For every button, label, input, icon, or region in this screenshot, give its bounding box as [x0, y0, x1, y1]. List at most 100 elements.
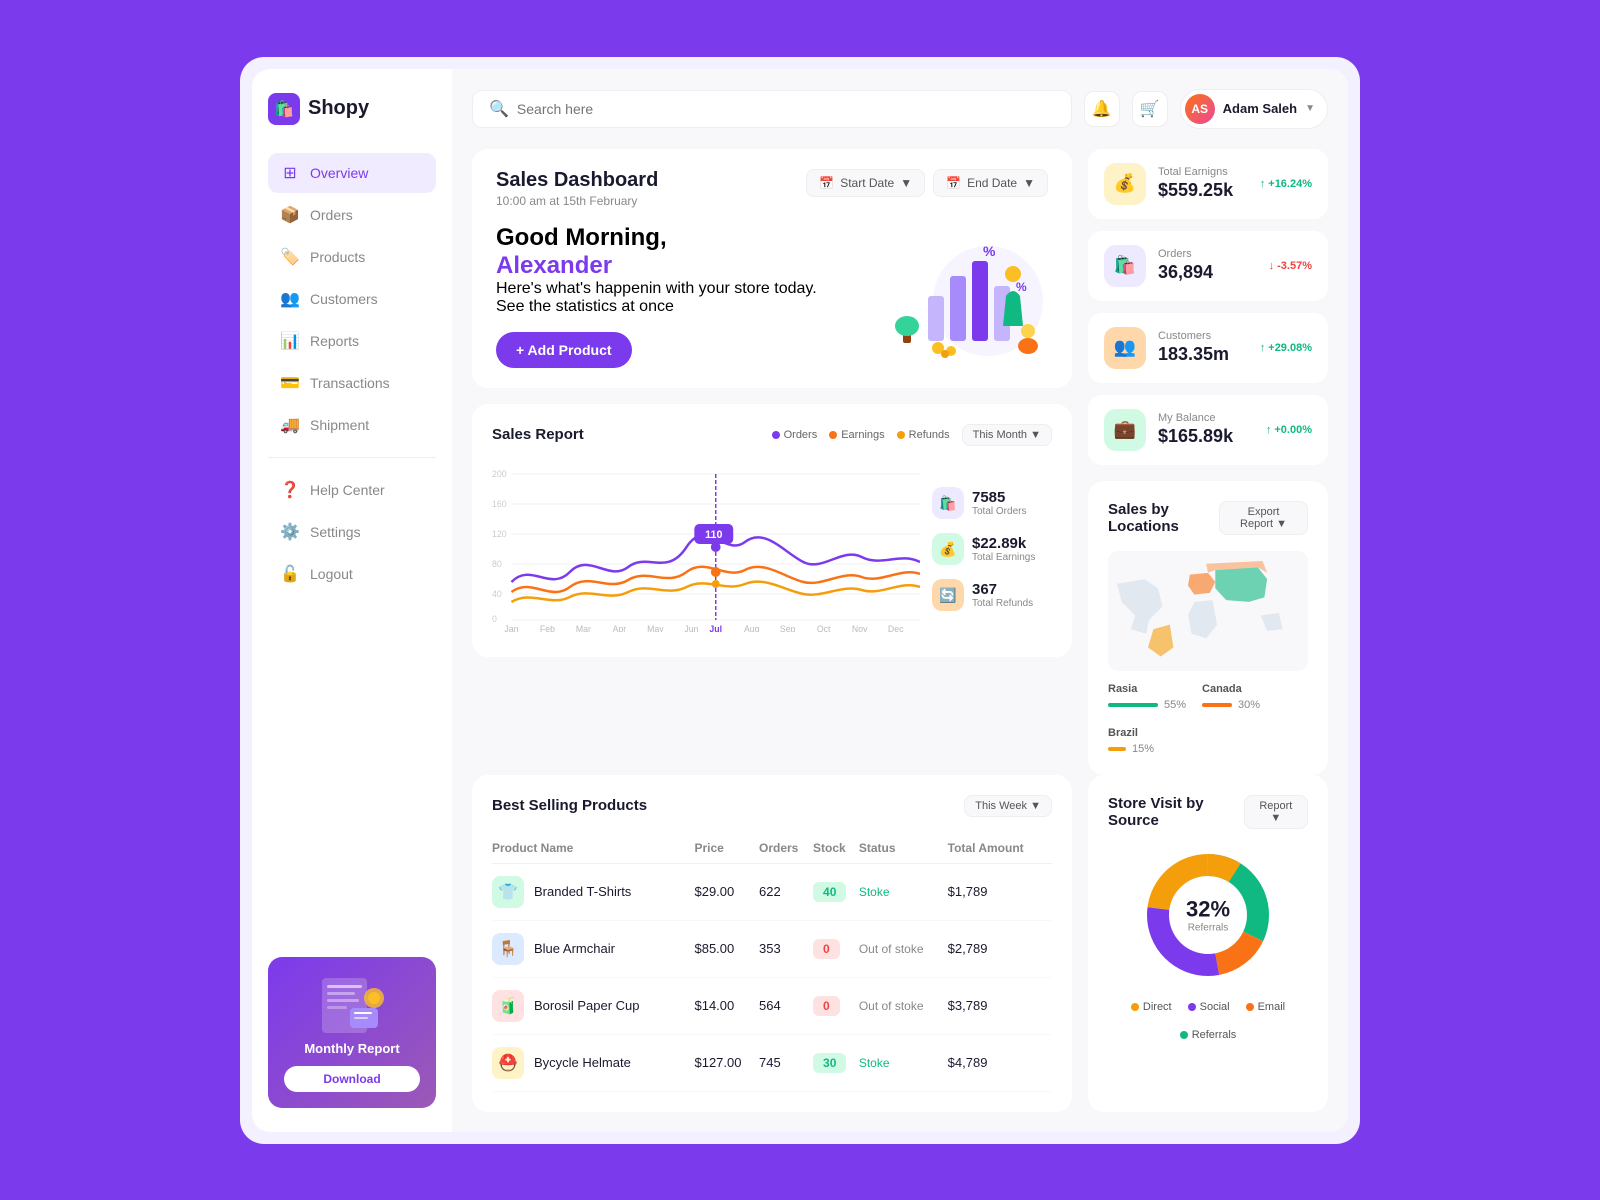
product-thumb: 👕	[492, 876, 524, 908]
location-brazil: Brazil 15%	[1108, 727, 1154, 755]
sales-title: Sales Dashboard	[496, 169, 658, 192]
legend-dot-earnings	[829, 431, 837, 439]
export-report-btn[interactable]: Export Report ▼	[1219, 501, 1308, 535]
sidebar-item-overview[interactable]: ⊞ Overview	[268, 153, 436, 193]
legend-referrals: Referrals	[1180, 1029, 1237, 1041]
refunds-stat-info: 367 Total Refunds	[972, 581, 1033, 609]
col-total: Total Amount	[948, 833, 1052, 864]
product-orders: 564	[759, 977, 813, 1034]
nav-section: ⊞ Overview 📦 Orders 🏷️ Products 👥 Custom…	[268, 153, 436, 941]
product-name-cell: 🧃 Borosil Paper Cup	[492, 977, 694, 1034]
balance-change: ↑ +0.00%	[1266, 424, 1312, 436]
settings-icon: ⚙️	[280, 522, 300, 542]
logout-icon: 🔓	[280, 564, 300, 584]
col-orders: Orders	[759, 833, 813, 864]
date-filters: 📅 Start Date ▼ 📅 End Date ▼	[806, 169, 1048, 197]
customers-icon: 👥	[1104, 327, 1146, 369]
topbar: 🔍 🔔 🛒 AS Adam Saleh ▼	[472, 89, 1328, 129]
best-selling-filter-btn[interactable]: This Week ▼	[964, 795, 1052, 817]
sales-title-group: Sales Dashboard 10:00 am at 15th Februar…	[496, 169, 658, 208]
table-row: 🧃 Borosil Paper Cup $14.00 564 0 Out of …	[492, 977, 1052, 1034]
add-product-button[interactable]: + Add Product	[496, 332, 632, 368]
search-input[interactable]	[517, 101, 1055, 117]
sidebar-item-customers[interactable]: 👥 Customers	[268, 279, 436, 319]
reports-icon: 📊	[280, 331, 300, 351]
sidebar-item-reports[interactable]: 📊 Reports	[268, 321, 436, 361]
table-row: 👕 Branded T-Shirts $29.00 622 40 Stoke $…	[492, 863, 1052, 920]
cart-button[interactable]: 🛒	[1132, 91, 1168, 127]
dot-referrals	[1180, 1031, 1188, 1039]
product-stock: 0	[813, 920, 859, 977]
legend-dot-refunds	[897, 431, 905, 439]
start-date-btn[interactable]: 📅 Start Date ▼	[806, 169, 925, 197]
product-name-cell: ⛑️ Bycycle Helmate	[492, 1034, 694, 1091]
product-name-cell: 🪑 Blue Armchair	[492, 920, 694, 977]
svg-text:Feb: Feb	[540, 623, 555, 631]
donut-filter-btn[interactable]: Report ▼	[1244, 795, 1308, 829]
dot-direct	[1131, 1003, 1139, 1011]
legend-direct: Direct	[1131, 1001, 1172, 1013]
orders-stat-info: 7585 Total Orders	[972, 489, 1026, 517]
sidebar-item-logout[interactable]: 🔓 Logout	[268, 554, 436, 594]
sidebar-item-transactions[interactable]: 💳 Transactions	[268, 363, 436, 403]
donut-svg-wrapper: 32% Referrals	[1138, 845, 1278, 985]
user-profile[interactable]: AS Adam Saleh ▼	[1180, 89, 1328, 129]
product-total: $3,789	[948, 977, 1052, 1034]
chart-header: Sales Report Orders Earnings	[492, 424, 1052, 446]
donut-center: 32% Referrals	[1186, 896, 1230, 933]
search-box[interactable]: 🔍	[472, 90, 1072, 128]
orders-icon: 🛍️	[1104, 245, 1146, 287]
svg-text:%: %	[1016, 280, 1027, 294]
sidebar-item-label: Reports	[310, 333, 359, 349]
brazil-bar-row: 15%	[1108, 743, 1154, 755]
overview-icon: ⊞	[280, 163, 300, 183]
stock-badge: 0	[813, 996, 840, 1016]
svg-text:110: 110	[705, 528, 722, 540]
chart-filter-btn[interactable]: This Month ▼	[962, 424, 1052, 446]
svg-text:200: 200	[492, 468, 507, 478]
stock-badge: 40	[813, 882, 846, 902]
download-button[interactable]: Download	[284, 1066, 420, 1092]
sidebar-item-help[interactable]: ❓ Help Center	[268, 470, 436, 510]
table-row: 🪑 Blue Armchair $85.00 353 0 Out of stok…	[492, 920, 1052, 977]
stat-card-balance: 💼 My Balance $165.89k ↑ +0.00%	[1088, 395, 1328, 465]
sidebar-item-settings[interactable]: ⚙️ Settings	[268, 512, 436, 552]
sidebar-item-label: Logout	[310, 566, 353, 582]
sidebar-item-products[interactable]: 🏷️ Products	[268, 237, 436, 277]
outer-container: 🛍️ Shopy ⊞ Overview 📦 Orders 🏷️ Products	[240, 57, 1360, 1144]
svg-text:Aug: Aug	[744, 623, 760, 631]
sidebar-item-shipment[interactable]: 🚚 Shipment	[268, 405, 436, 445]
product-status: Stoke	[859, 1034, 948, 1091]
sidebar-item-label: Shipment	[310, 417, 369, 433]
best-selling-header: Best Selling Products This Week ▼	[492, 795, 1052, 817]
location-canada: Canada 30%	[1202, 683, 1260, 711]
sidebar-item-label: Customers	[310, 291, 378, 307]
svg-text:Mar: Mar	[576, 623, 591, 631]
svg-text:Oct: Oct	[817, 623, 831, 631]
stock-badge: 30	[813, 1053, 846, 1073]
end-date-btn[interactable]: 📅 End Date ▼	[933, 169, 1048, 197]
sidebar-item-orders[interactable]: 📦 Orders	[268, 195, 436, 235]
product-orders: 745	[759, 1034, 813, 1091]
svg-text:80: 80	[492, 558, 502, 568]
transactions-icon: 💳	[280, 373, 300, 393]
product-total: $4,789	[948, 1034, 1052, 1091]
stock-badge: 0	[813, 939, 840, 959]
sales-report-card: Sales Report Orders Earnings	[472, 404, 1072, 657]
map-card: Sales by Locations Export Report ▼	[1088, 481, 1328, 775]
map-header: Sales by Locations Export Report ▼	[1108, 501, 1308, 535]
product-total: $1,789	[948, 863, 1052, 920]
svg-text:120: 120	[492, 528, 507, 538]
product-orders: 353	[759, 920, 813, 977]
rasia-bar-row: 55%	[1108, 699, 1186, 711]
user-name: Adam Saleh	[1223, 101, 1297, 116]
location-bars: Rasia 55% Canada 30%	[1108, 683, 1308, 755]
best-selling-title: Best Selling Products	[492, 797, 647, 814]
product-price: $29.00	[694, 863, 759, 920]
legend-orders: Orders	[772, 429, 818, 441]
orders-icon: 📦	[280, 205, 300, 225]
product-name: Borosil Paper Cup	[534, 998, 640, 1013]
legend-social: Social	[1188, 1001, 1230, 1013]
notification-button[interactable]: 🔔	[1084, 91, 1120, 127]
product-thumb: 🧃	[492, 990, 524, 1022]
